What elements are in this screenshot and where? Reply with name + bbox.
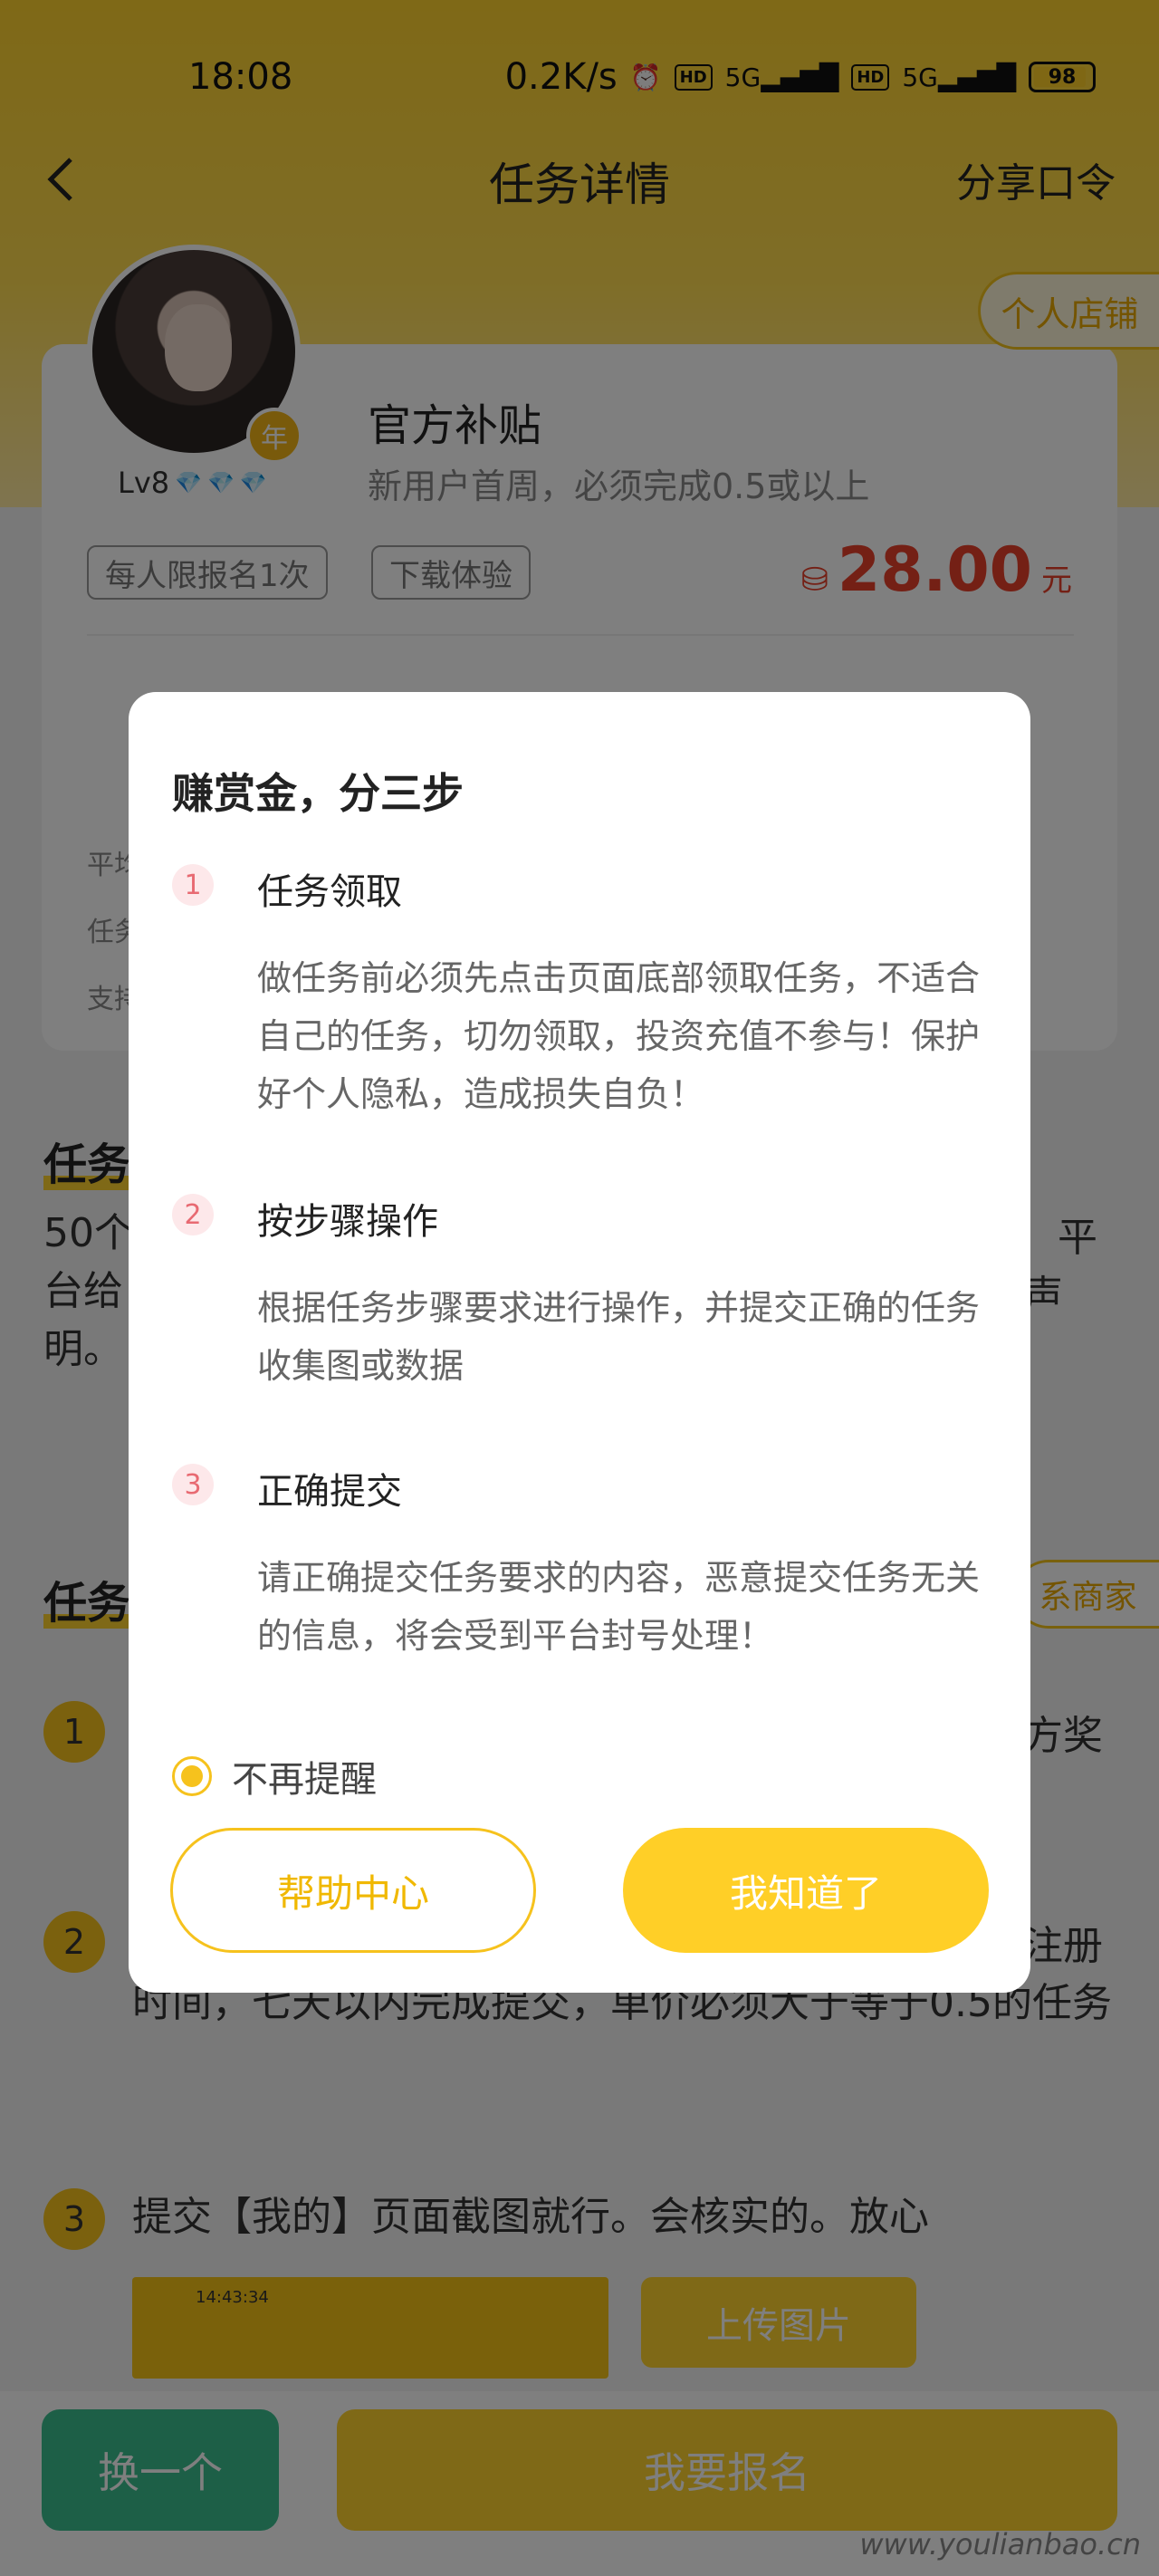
modal-step-heading: 任务领取: [257, 871, 402, 913]
modal-step-number: 2: [172, 1194, 214, 1235]
how-to-earn-modal: 赚赏金，分三步 1 任务领取 做任务前必须先点击页面底部领取任务，不适合自己的任…: [129, 692, 1030, 1993]
modal-step-heading: 按步骤操作: [257, 1201, 438, 1243]
modal-step-heading: 正确提交: [257, 1471, 402, 1513]
dont-remind-label: 不再提醒: [232, 1759, 377, 1801]
modal-step-number: 3: [172, 1464, 214, 1505]
modal-step-body: 做任务前必须先点击页面底部领取任务，不适合自己的任务，切勿领取，投资充值不参与！…: [257, 958, 981, 1114]
got-it-button[interactable]: 我知道了: [623, 1828, 989, 1953]
modal-title: 赚赏金，分三步: [172, 769, 464, 818]
modal-step-body: 根据任务步骤要求进行操作，并提交正确的任务收集图或数据: [257, 1288, 981, 1386]
modal-step-number: 1: [172, 864, 214, 906]
modal-step-body: 请正确提交任务要求的内容，恶意提交任务无关的信息，将会受到平台封号处理！: [257, 1558, 981, 1656]
help-center-button[interactable]: 帮助中心: [170, 1828, 536, 1953]
radio-checked-icon[interactable]: [172, 1756, 212, 1796]
dont-remind-option[interactable]: 不再提醒: [172, 1750, 377, 1802]
